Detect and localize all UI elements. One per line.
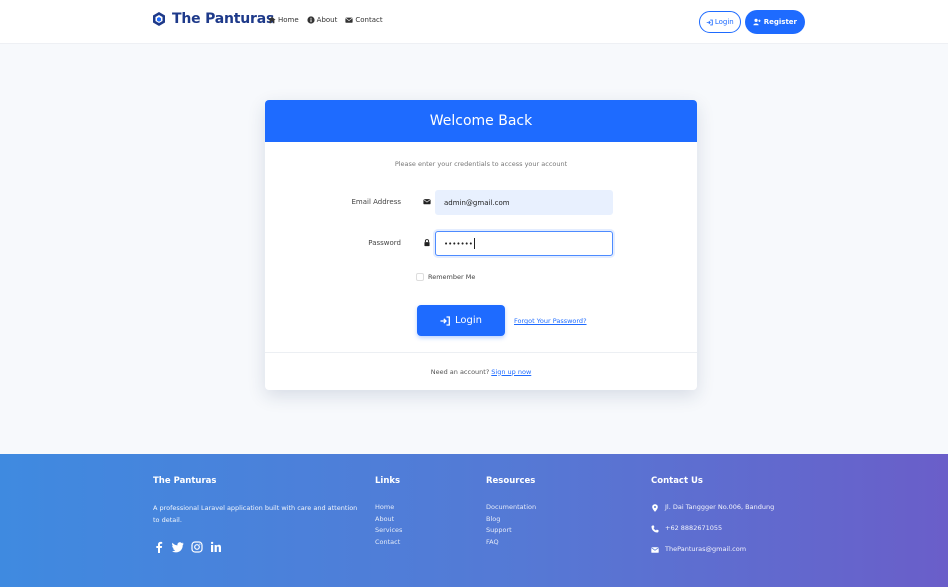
forgot-password-link[interactable]: Forgot Your Password? (514, 317, 587, 325)
envelope-icon (345, 17, 353, 23)
instagram-icon[interactable] (191, 541, 203, 553)
nav-register-button[interactable]: Register (744, 10, 805, 34)
footer-about: The Panturas A professional Laravel appl… (153, 476, 358, 553)
signup-link[interactable]: Sign up now (491, 368, 531, 376)
login-button-label: Login (455, 315, 482, 326)
remember-label: Remember Me (428, 273, 476, 281)
envelope-icon (423, 199, 431, 205)
contact-email-text: ThePanturas@gmail.com (665, 545, 747, 553)
footer-about-text: A professional Laravel application built… (153, 504, 358, 524)
facebook-icon[interactable] (153, 541, 165, 553)
home-icon (268, 16, 276, 24)
nav-register-label: Register (763, 18, 797, 26)
footer-link-blog[interactable]: Blog (486, 514, 536, 526)
brand-name: The Panturas (172, 11, 275, 27)
footer-link-contact[interactable]: Contact (375, 537, 402, 549)
footer-link-faq[interactable]: FAQ (486, 537, 536, 549)
card-subtitle: Please enter your credentials to access … (394, 160, 568, 168)
footer-link-about[interactable]: About (375, 514, 402, 526)
nav-link-label: Home (278, 16, 299, 24)
twitter-icon[interactable] (172, 541, 184, 553)
auth-buttons: Login Register (698, 10, 805, 34)
password-field[interactable]: ••••••• (435, 231, 613, 256)
phone-icon (651, 525, 659, 532)
footer-links: Links Home About Services Contact (375, 476, 402, 548)
card-title: Welcome Back (429, 113, 533, 129)
footer-about-title: The Panturas (153, 476, 217, 486)
footer-contact-title: Contact Us (651, 476, 703, 486)
contact-address-text: Jl. Dai Tanggger No.006, Bandung (665, 503, 775, 511)
remember-me[interactable]: Remember Me (416, 273, 475, 281)
navbar: The Panturas Home About Contact Login Re… (0, 0, 948, 44)
footer-links-title: Links (375, 476, 401, 486)
password-value: ••••••• (444, 239, 473, 248)
login-button[interactable]: Login (417, 305, 505, 336)
footer-link-documentation[interactable]: Documentation (486, 502, 536, 514)
nav-links: Home About Contact (268, 16, 391, 24)
login-card: Welcome Back Please enter your credentia… (265, 100, 697, 390)
site-footer: The Panturas A professional Laravel appl… (0, 454, 948, 587)
user-plus-icon (753, 18, 761, 26)
sign-in-icon (440, 315, 450, 326)
map-marker-icon (652, 503, 658, 512)
sign-in-icon (706, 19, 713, 25)
contact-address: Jl. Dai Tanggger No.006, Bandung (651, 502, 774, 513)
lock-icon (424, 239, 430, 247)
footer-resources-title: Resources (486, 476, 536, 486)
cube-logo-icon (153, 12, 165, 26)
remember-checkbox[interactable] (416, 273, 424, 281)
card-footer: Need an account? Sign up now (265, 352, 697, 390)
info-icon (307, 16, 315, 24)
footer-resources: Resources Documentation Blog Support FAQ (486, 476, 536, 548)
contact-phone-text: +62 8882671055 (665, 524, 723, 532)
email-row: Email Address admin@gmail.com (265, 190, 697, 216)
email-field[interactable]: admin@gmail.com (435, 190, 613, 215)
nav-link-home[interactable]: Home (268, 16, 299, 24)
email-label: Email Address (351, 198, 401, 206)
nav-link-label: About (316, 16, 338, 24)
social-links (153, 541, 358, 553)
footer-link-services[interactable]: Services (375, 525, 402, 537)
need-account-text: Need an account? (430, 367, 490, 376)
card-header: Welcome Back (265, 100, 697, 142)
footer-link-support[interactable]: Support (486, 525, 536, 537)
contact-email: ThePanturas@gmail.com (651, 544, 774, 555)
text-cursor (473, 238, 475, 249)
nav-link-label: Contact (355, 16, 383, 24)
email-value: admin@gmail.com (444, 198, 510, 207)
footer-contact: Contact Us Jl. Dai Tanggger No.006, Band… (651, 476, 774, 565)
brand[interactable]: The Panturas (152, 11, 274, 27)
linkedin-icon[interactable] (210, 541, 222, 553)
nav-login-label: Login (714, 18, 734, 26)
nav-login-button[interactable]: Login (698, 11, 741, 33)
contact-phone: +62 8882671055 (651, 523, 774, 534)
footer-link-home[interactable]: Home (375, 502, 402, 514)
envelope-icon (651, 546, 659, 553)
nav-link-contact[interactable]: Contact (345, 16, 383, 24)
password-label: Password (368, 239, 401, 247)
nav-link-about[interactable]: About (307, 16, 338, 24)
password-row: Password ••••••• (265, 231, 697, 257)
